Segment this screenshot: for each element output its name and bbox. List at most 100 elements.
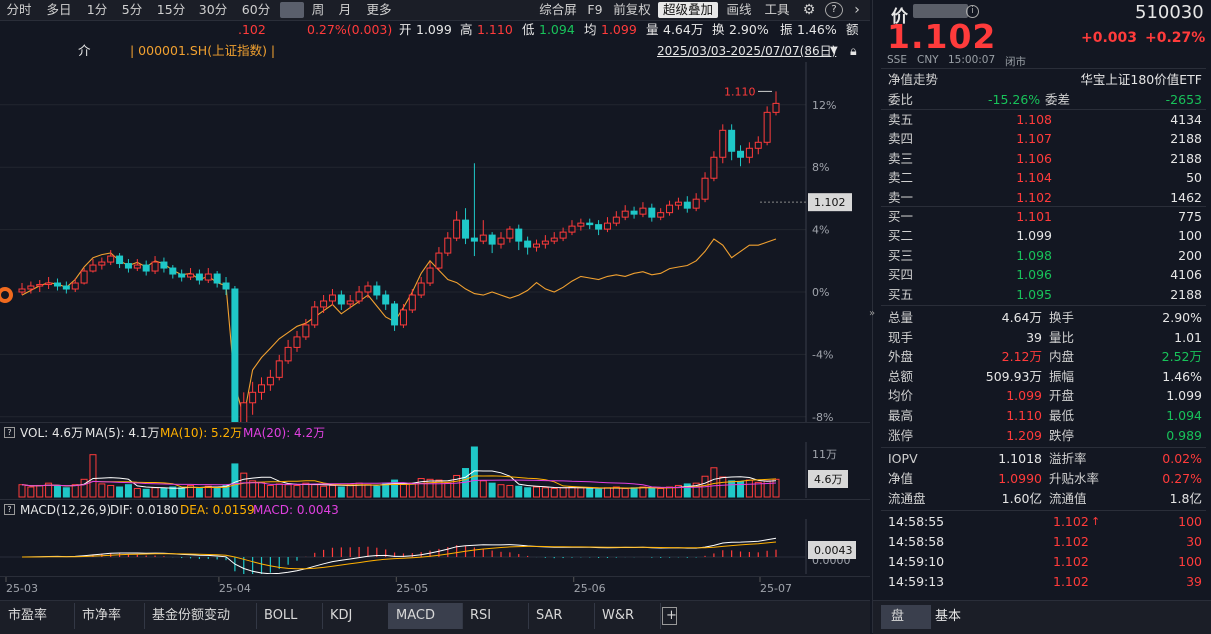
- stat-row: 外盘 2.12万 内盘 2.52万: [873, 347, 1211, 366]
- collapse-icon[interactable]: ?: [4, 427, 15, 438]
- composite-screen-button[interactable]: 综合屏: [535, 2, 581, 18]
- price-change: +0.003: [1081, 30, 1138, 46]
- divider: [881, 510, 1206, 511]
- vol-label: 量: [646, 22, 659, 37]
- macd-chart[interactable]: 0.0000 0.0043: [0, 519, 870, 577]
- panel-tabs: 盘 基本: [873, 600, 1211, 634]
- candle-body: [559, 231, 567, 239]
- volume-bar: [497, 484, 505, 498]
- period-fenshi[interactable]: 分时: [2, 2, 36, 18]
- period-60min[interactable]: 60分: [237, 2, 275, 18]
- lock-icon[interactable]: 🔒︎: [850, 41, 857, 61]
- period-more[interactable]: 更多: [362, 2, 396, 18]
- ask-price: 1.104: [1016, 170, 1052, 186]
- tick-volume: 100: [1178, 514, 1202, 529]
- ask-price: 1.107: [1016, 131, 1052, 147]
- tools-button[interactable]: 工具: [761, 2, 793, 18]
- bid-volume: 100: [1178, 228, 1202, 244]
- period-day[interactable]: [280, 2, 304, 18]
- help-icon[interactable]: ?: [825, 2, 843, 18]
- high-value: 1.110: [477, 22, 513, 37]
- stat-label: 外盘: [888, 349, 914, 365]
- period-duori[interactable]: 多日: [42, 2, 76, 18]
- draw-line-button[interactable]: 画线: [723, 2, 755, 18]
- nav-trend-link[interactable]: 净值走势: [888, 70, 938, 89]
- chevron-right-icon[interactable]: ›: [850, 2, 864, 18]
- macd-dif-line: [21, 537, 777, 575]
- period-week[interactable]: 周: [307, 2, 329, 18]
- tab-basic[interactable]: 基本: [935, 605, 961, 629]
- ask-volume: 1462: [1170, 189, 1202, 205]
- period-month[interactable]: 月: [334, 2, 356, 18]
- ask-volume: 2188: [1170, 150, 1202, 166]
- collapse-panel-icon[interactable]: »: [869, 308, 875, 319]
- vol-ma5: MA(5): 4.1万: [85, 426, 160, 440]
- candle-body: [630, 210, 638, 215]
- price-change-pct: +0.27%: [1145, 30, 1206, 46]
- bid-volume: 4106: [1170, 267, 1202, 283]
- fund-stat-label: 净值: [888, 471, 914, 486]
- stat-value: 4.64万: [1001, 310, 1042, 325]
- period-15min[interactable]: 15分: [152, 2, 190, 18]
- ask-row: 卖二 1.104 50: [873, 168, 1211, 187]
- period-1min[interactable]: 1分: [82, 2, 112, 18]
- candle-body: [116, 255, 124, 265]
- volume-bar: [240, 472, 248, 498]
- tab-fund-shares[interactable]: 基金份额变动: [144, 603, 257, 629]
- tick-volume: 100: [1178, 554, 1202, 569]
- volume-bar: [302, 482, 310, 498]
- bid-volume: 775: [1178, 209, 1202, 224]
- candle-body: [373, 285, 381, 296]
- y-tick-label: 4%: [812, 224, 829, 237]
- fund-stat-value: 0.02%: [1162, 451, 1202, 466]
- tab-rsi[interactable]: RSI: [462, 603, 529, 629]
- period-5min[interactable]: 5分: [117, 2, 147, 18]
- super-overlay-button[interactable]: 超级叠加: [658, 2, 718, 18]
- tab-sar[interactable]: SAR: [528, 603, 595, 629]
- tab-wr[interactable]: W&R: [594, 603, 661, 629]
- volume-bar: [444, 482, 452, 498]
- candle-body: [337, 294, 345, 305]
- currency-label: CNY: [917, 54, 939, 66]
- fund-stat-value: 1.8亿: [1169, 491, 1202, 506]
- candle-body: [124, 263, 132, 269]
- candle-body: [728, 129, 736, 152]
- vol-ma10-line: [21, 475, 777, 489]
- candle-body: [470, 237, 478, 242]
- ask-row: 卖三 1.106 2188: [873, 149, 1211, 168]
- period-30min[interactable]: 30分: [194, 2, 232, 18]
- date-range[interactable]: 2025/03/03-2025/07/07(86日): [657, 41, 836, 61]
- add-tab-icon[interactable]: +: [662, 607, 677, 625]
- overlay-index[interactable]: | 000001.SH(上证指数) |: [130, 41, 275, 61]
- quote-panel: 价 i 510030 1.102 +0.003 +0.27% SSE CNY 1…: [869, 0, 1211, 634]
- tab-boll[interactable]: BOLL: [256, 603, 323, 629]
- quote-time: 15:00:07: [948, 54, 996, 66]
- ask-level-label: 卖二: [888, 170, 914, 186]
- volume-bar: [293, 484, 301, 498]
- candle-body: [541, 240, 549, 245]
- volume-bar: [151, 487, 159, 498]
- candle-body: [408, 294, 416, 311]
- volume-chart[interactable]: 11万 4.6万: [0, 442, 870, 498]
- macd-dea-line: [22, 541, 777, 570]
- candle-body: [621, 210, 629, 218]
- candlestick-chart[interactable]: 12%8%4%0%-4%-8% 1.1021.1100.915: [0, 62, 870, 489]
- up-arrow-icon: ↑: [1091, 515, 1101, 528]
- candle-body: [506, 228, 514, 239]
- candle-body: [231, 288, 239, 431]
- tab-kdj[interactable]: KDJ: [322, 603, 389, 629]
- candle-body: [27, 285, 35, 290]
- f9-button[interactable]: F9: [585, 2, 605, 18]
- gear-icon[interactable]: ⚙: [800, 2, 818, 18]
- collapse-icon[interactable]: ?: [4, 504, 15, 515]
- tab-macd[interactable]: MACD: [388, 603, 463, 629]
- tab-pe[interactable]: 市盈率: [0, 603, 75, 629]
- tab-pan[interactable]: 盘: [881, 605, 931, 629]
- x-tick-label: 25-07: [760, 582, 792, 595]
- bid-price: 1.098: [1016, 247, 1052, 263]
- tab-pb[interactable]: 市净率: [74, 603, 145, 629]
- candle-body: [36, 284, 44, 287]
- forward-adjust-button[interactable]: 前复权: [610, 2, 654, 18]
- dropdown-triangle-icon[interactable]: ▼: [830, 41, 838, 61]
